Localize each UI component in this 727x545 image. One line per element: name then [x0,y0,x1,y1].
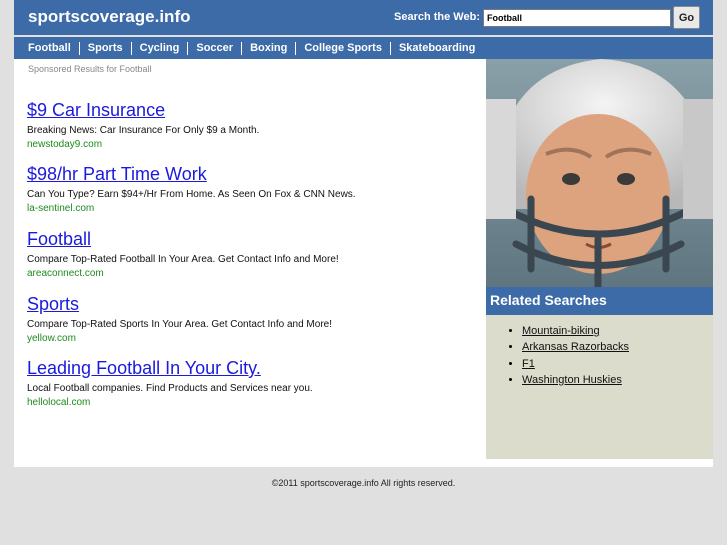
footer-copyright: ©2011 sportscoverage.info All rights res… [271,478,456,488]
nav-item-sports[interactable]: Sports [80,41,132,55]
related-searches-header: Related Searches [486,287,713,315]
ad-title-link[interactable]: Sports [27,294,477,315]
category-nav: Football Sports Cycling Soccer Boxing Co… [14,37,713,59]
site-header: sportscoverage.info Search the Web: Go [14,0,713,35]
related-link-f1[interactable]: F1 [522,358,535,370]
site-title[interactable]: sportscoverage.info [28,7,191,27]
related-link-mountain-biking[interactable]: Mountain-biking [522,325,600,337]
sidebar-bottom-strip [486,459,713,467]
football-player-illustration [486,59,713,287]
ad-result: Football Compare Top-Rated Football In Y… [27,229,477,280]
nav-item-cycling[interactable]: Cycling [132,41,189,55]
ad-url[interactable]: la-sentinel.com [27,202,477,215]
list-item: Washington Huskies [522,372,629,388]
list-item: Mountain-biking [522,323,629,339]
ad-title-link[interactable]: Leading Football In Your City. [27,358,477,379]
main-content: Sponsored Results for Football $9 Car In… [14,59,486,467]
list-item: Arkansas Razorbacks [522,339,629,355]
ad-description: Local Football companies. Find Products … [27,383,313,394]
ad-description: Compare Top-Rated Football In Your Area.… [27,254,339,265]
ad-url[interactable]: yellow.com [27,332,477,345]
search-label: Search the Web: [394,11,480,23]
nav-item-football[interactable]: Football [20,41,80,55]
nav-item-college-sports[interactable]: College Sports [296,41,391,55]
ad-description: Compare Top-Rated Sports In Your Area. G… [27,319,332,330]
ad-description: Breaking News: Car Insurance For Only $9… [27,125,260,136]
ad-url[interactable]: areaconnect.com [27,267,477,280]
ad-result: $98/hr Part Time Work Can You Type? Earn… [27,164,477,215]
related-link-arkansas-razorbacks[interactable]: Arkansas Razorbacks [522,341,629,353]
related-searches-title: Related Searches [490,292,607,308]
football-player-photo [486,59,713,287]
ad-description: Can You Type? Earn $94+/Hr From Home. As… [27,189,356,200]
ad-result: $9 Car Insurance Breaking News: Car Insu… [27,100,477,151]
sidebar: Related Searches Mountain-biking Arkansa… [486,59,713,459]
ad-title-link[interactable]: Football [27,229,477,250]
go-button[interactable]: Go [673,6,700,29]
sponsored-label: Sponsored Results for Football [28,64,152,74]
nav-item-skateboarding[interactable]: Skateboarding [391,42,483,55]
ad-title-link[interactable]: $98/hr Part Time Work [27,164,477,185]
ad-title-link[interactable]: $9 Car Insurance [27,100,477,121]
related-searches-list: Mountain-biking Arkansas Razorbacks F1 W… [486,323,629,388]
ad-result: Sports Compare Top-Rated Sports In Your … [27,294,477,345]
related-link-washington-huskies[interactable]: Washington Huskies [522,374,622,386]
ad-url[interactable]: hellolocal.com [27,396,477,409]
ad-result: Leading Football In Your City. Local Foo… [27,358,477,409]
ad-url[interactable]: newstoday9.com [27,138,477,151]
nav-item-boxing[interactable]: Boxing [242,41,297,55]
nav-item-soccer[interactable]: Soccer [188,41,243,55]
search-input[interactable] [483,9,671,27]
list-item: F1 [522,356,629,372]
